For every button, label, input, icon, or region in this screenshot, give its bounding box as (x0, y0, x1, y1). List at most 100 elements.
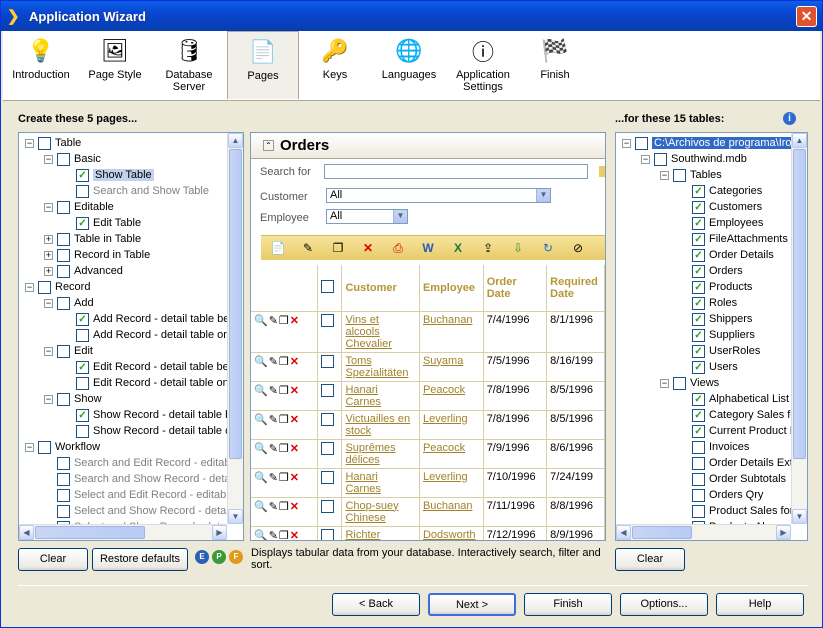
tree-node[interactable]: Order Details Exte (679, 455, 791, 471)
checkbox[interactable]: ✓ (76, 360, 89, 374)
collapse-icon[interactable]: − (25, 138, 34, 148)
checkbox[interactable]: ✓ (692, 232, 705, 246)
employee-select[interactable]: All ▼ (326, 209, 408, 224)
expand-icon[interactable]: + (44, 250, 53, 260)
tree-node[interactable]: − C:\Archivos de programa\Iron (622, 135, 791, 151)
checkbox[interactable] (57, 488, 70, 502)
tree-node[interactable]: ✓ Add Record - detail table be (63, 311, 227, 327)
tree-node[interactable]: − Record (25, 279, 90, 295)
favorite-icon[interactable]: F (229, 550, 243, 564)
view-icon[interactable]: 🔍 (254, 471, 268, 484)
table-cell[interactable]: Buchanan (423, 500, 473, 512)
collapse-icon[interactable]: − (622, 138, 631, 148)
table-cell[interactable]: Peacock (423, 442, 465, 454)
tree-node[interactable]: ✓ Category Sales for (679, 407, 791, 423)
table-cell[interactable]: Hanari Carnes (345, 471, 380, 495)
checkbox[interactable] (654, 152, 667, 166)
copy-icon[interactable]: ❐ (279, 314, 289, 327)
checkbox[interactable] (57, 248, 70, 262)
copy-icon[interactable]: ❐ (279, 500, 289, 513)
filter-icon[interactable]: ⊘ (567, 238, 589, 258)
step-page-style[interactable]: 🖼 Page Style (79, 31, 151, 99)
tree-node[interactable]: Edit Record - detail table on (63, 375, 227, 391)
pages-tree[interactable]: − Table − Basic ✓ Show Table Search and Show T… (18, 132, 244, 541)
horizontal-scrollbar[interactable]: ◀ ▶ (19, 524, 227, 540)
view-icon[interactable]: 🔍 (254, 500, 268, 513)
checkbox[interactable]: ✓ (692, 184, 705, 198)
checkbox[interactable] (673, 376, 686, 390)
tree-node[interactable]: ✓ Edit Table (63, 215, 141, 231)
tree-node[interactable]: ✓ Users (679, 359, 738, 375)
checkbox[interactable] (57, 232, 70, 246)
excel-icon[interactable]: X (447, 238, 469, 258)
row-checkbox[interactable] (321, 354, 335, 368)
customer-select[interactable]: All ▼ (326, 188, 551, 203)
edit-icon[interactable]: E (195, 550, 209, 564)
delete-icon[interactable]: ✕ (290, 413, 299, 426)
checkbox[interactable] (57, 504, 70, 518)
tree-node[interactable]: Order Subtotals (679, 471, 786, 487)
tree-node[interactable]: − Tables (660, 167, 722, 183)
step-introduction[interactable]: 💡 Introduction (3, 31, 79, 99)
table-cell[interactable]: Suprêmes délices (345, 442, 395, 466)
checkbox[interactable] (692, 488, 705, 502)
checkbox[interactable]: ✓ (76, 168, 89, 182)
delete-icon[interactable]: ✕ (290, 500, 299, 513)
tree-node[interactable]: Orders Qry (679, 487, 763, 503)
step-keys[interactable]: 🔑 Keys (299, 31, 371, 99)
collapse-icon[interactable]: − (44, 346, 53, 356)
delete-icon[interactable]: ✕ (290, 314, 299, 327)
checkbox[interactable]: ✓ (692, 424, 705, 438)
table-cell[interactable]: Suyama (423, 355, 463, 367)
checkbox[interactable]: ✓ (692, 296, 705, 310)
row-checkbox[interactable] (321, 499, 335, 513)
checkbox[interactable] (38, 440, 51, 454)
table-cell[interactable]: Chop-suey Chinese (345, 500, 398, 524)
copy-icon[interactable]: ❐ (279, 442, 289, 455)
checkbox[interactable] (692, 472, 705, 486)
step-finish[interactable]: 🏁 Finish (519, 31, 591, 99)
checkbox[interactable] (692, 440, 705, 454)
table-cell[interactable]: Buchanan (423, 314, 473, 326)
tree-node[interactable]: − Basic (44, 151, 101, 167)
export-icon[interactable]: ⇪ (477, 238, 499, 258)
step-languages[interactable]: 🌐 Languages (371, 31, 447, 99)
tree-node[interactable]: − Views (660, 375, 719, 391)
tree-node[interactable]: ✓ Customers (679, 199, 762, 215)
print-icon[interactable]: P (212, 550, 226, 564)
word-icon[interactable]: W (417, 238, 439, 258)
checkbox[interactable]: ✓ (692, 360, 705, 374)
table-cell[interactable]: Toms Spezialitäten (345, 355, 408, 379)
tree-node[interactable]: Show Record - detail table c (63, 423, 227, 439)
tree-node[interactable]: Search and Show Record - deta (44, 471, 227, 487)
copy-icon[interactable]: ❐ (279, 355, 289, 368)
row-checkbox[interactable] (321, 412, 335, 426)
checkbox[interactable] (76, 424, 89, 438)
collapse-icon[interactable]: − (660, 378, 669, 388)
row-checkbox[interactable] (321, 383, 335, 397)
tree-node[interactable]: − Workflow (25, 439, 100, 455)
delete-icon[interactable]: ✕ (290, 529, 299, 541)
collapse-icon[interactable]: − (641, 154, 650, 164)
edit-icon[interactable]: ✎ (269, 314, 278, 327)
table-cell[interactable]: Leverling (423, 413, 468, 425)
tree-node[interactable]: ✓ UserRoles (679, 343, 760, 359)
checkbox[interactable] (57, 456, 70, 470)
step-pages[interactable]: 📄 Pages (227, 31, 299, 99)
table-cell[interactable]: Richter (345, 529, 380, 541)
tree-node[interactable]: ✓ Alphabetical List o (679, 391, 791, 407)
tree-node[interactable]: ✓ Show Record - detail table b (63, 407, 227, 423)
expand-icon[interactable]: + (44, 234, 53, 244)
row-checkbox[interactable] (321, 313, 335, 327)
copy-icon[interactable]: ❐ (327, 238, 349, 258)
tree-node[interactable]: − Southwind.mdb (641, 151, 747, 167)
checkbox[interactable]: ✓ (692, 408, 705, 422)
edit-icon[interactable]: ✎ (269, 384, 278, 397)
checkbox[interactable] (635, 136, 648, 150)
view-icon[interactable]: 🔍 (254, 314, 268, 327)
tree-node[interactable]: Invoices (679, 439, 749, 455)
tree-node[interactable]: ✓ Categories (679, 183, 762, 199)
copy-icon[interactable]: ❐ (279, 413, 289, 426)
checkbox[interactable]: ✓ (692, 216, 705, 230)
checkbox[interactable]: ✓ (692, 312, 705, 326)
